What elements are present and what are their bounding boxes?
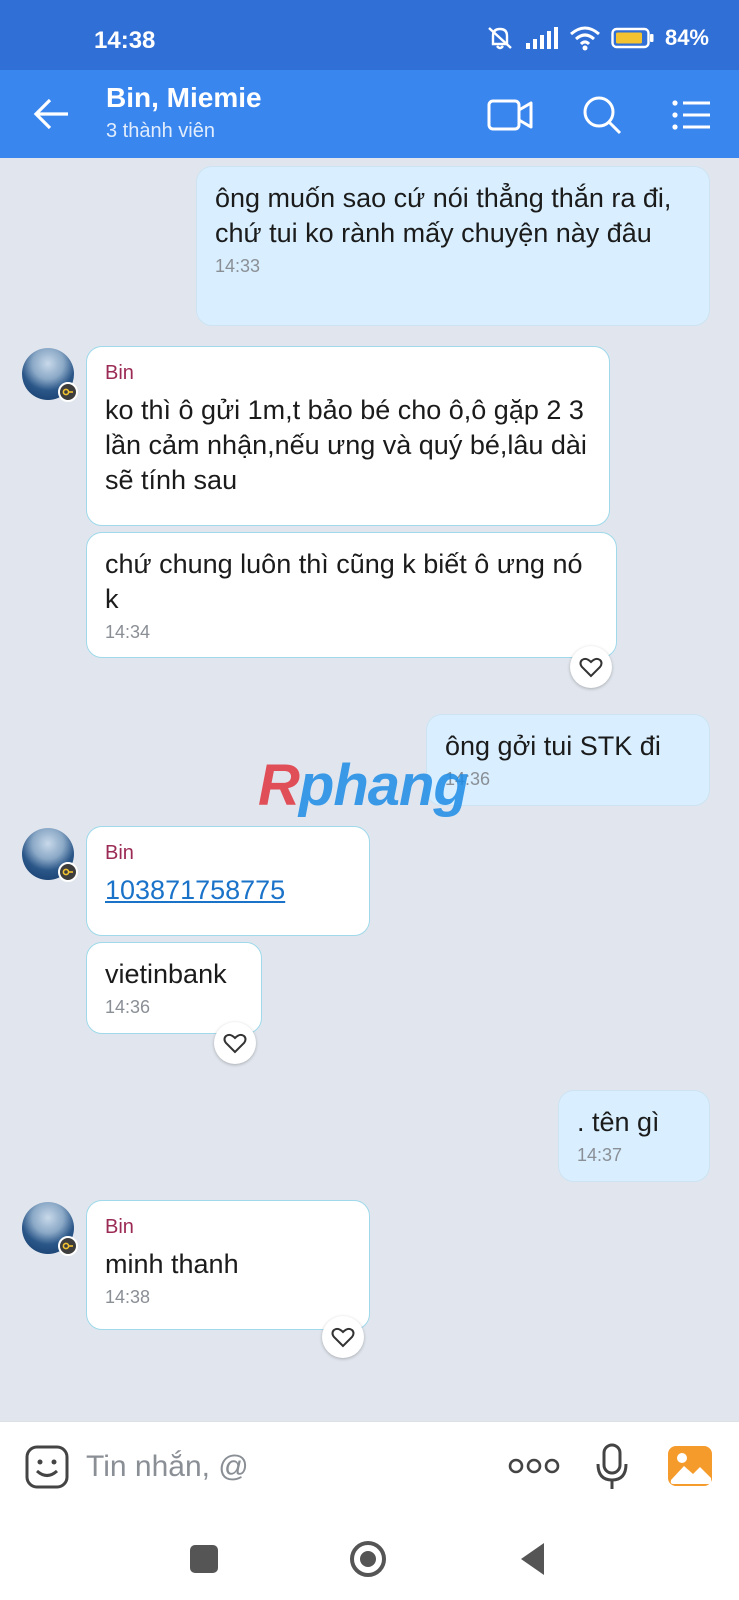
message-text: vietinbank (105, 959, 227, 989)
sticker-emoji-icon[interactable] (24, 1444, 70, 1490)
message-text: minh thanh (105, 1249, 239, 1279)
more-options-icon[interactable] (508, 1456, 560, 1476)
like-heart-icon[interactable] (214, 1022, 256, 1064)
account-number-link[interactable]: 103871758775 (105, 873, 351, 908)
message-bubble-incoming[interactable]: chứ chung luôn thì cũng k biết ô ưng nó … (86, 532, 617, 658)
member-count: 3 thành viên (106, 120, 215, 142)
message-text: ông gởi tui STK đi (445, 731, 661, 761)
wifi-icon (569, 26, 600, 51)
message-time: 14:36 (445, 769, 491, 789)
status-bar: 14:38 84% (0, 0, 739, 70)
message-bubble-incoming[interactable]: vietinbank 14:36 (86, 942, 262, 1034)
key-badge-icon (58, 382, 78, 402)
video-call-icon[interactable] (486, 92, 534, 138)
message-text: ông muốn sao cứ nói thẳng thắn ra đi, ch… (215, 183, 672, 248)
message-text: chứ chung luôn thì cũng k biết ô ưng nó … (105, 549, 583, 614)
message-time: 14:38 (105, 1287, 151, 1307)
message-input-bar: Tin nhắn, @ (0, 1421, 739, 1514)
battery-icon (611, 27, 654, 49)
search-icon[interactable] (578, 92, 626, 138)
message-input[interactable]: Tin nhắn, @ (86, 1450, 249, 1484)
message-time: 14:36 (105, 997, 151, 1017)
system-nav-bar (0, 1513, 739, 1600)
battery-percent: 84% (664, 25, 709, 50)
back-nav-icon[interactable] (518, 1541, 548, 1577)
microphone-icon[interactable] (594, 1442, 630, 1492)
message-bubble-outgoing[interactable]: . tên gì 14:37 (558, 1090, 710, 1182)
avatar[interactable] (22, 828, 78, 882)
signal-icon (525, 27, 558, 49)
back-arrow-icon[interactable] (30, 94, 74, 134)
message-time: 14:34 (105, 622, 151, 642)
sender-name[interactable]: Bin (105, 1215, 351, 1239)
message-time: 14:33 (215, 256, 261, 276)
message-bubble-outgoing[interactable]: ông gởi tui STK đi 14:36 (426, 714, 710, 806)
menu-list-icon[interactable] (668, 92, 716, 138)
message-text: ko thì ô gửi 1m,t bảo bé cho ô,ô gặp 2 3… (105, 395, 587, 495)
like-heart-icon[interactable] (322, 1316, 364, 1358)
message-bubble-incoming[interactable]: Bin minh thanh 14:38 (86, 1200, 370, 1330)
message-bubble-incoming[interactable]: Bin 103871758775 (86, 826, 370, 936)
conversation-title[interactable]: Bin, Miemie (106, 82, 262, 114)
avatar[interactable] (22, 1202, 78, 1256)
sender-name[interactable]: Bin (105, 361, 591, 385)
avatar[interactable] (22, 348, 78, 402)
home-icon[interactable] (350, 1541, 386, 1577)
like-heart-icon[interactable] (570, 646, 612, 688)
message-bubble-outgoing[interactable]: ông muốn sao cứ nói thẳng thắn ra đi, ch… (196, 166, 710, 326)
status-time: 14:38 (94, 27, 156, 54)
message-text: . tên gì (577, 1107, 660, 1137)
watermark-logo: Rphang (258, 753, 469, 818)
chat-header: Bin, Miemie 3 thành viên (0, 70, 739, 158)
key-badge-icon (58, 1236, 78, 1256)
mute-notification-icon (488, 27, 512, 50)
message-bubble-incoming[interactable]: Bin ko thì ô gửi 1m,t bảo bé cho ô,ô gặp… (86, 346, 610, 526)
sender-name[interactable]: Bin (105, 841, 351, 865)
recent-apps-icon[interactable] (190, 1545, 218, 1573)
key-badge-icon (58, 862, 78, 882)
status-icons: 84% (485, 24, 709, 52)
image-gallery-icon[interactable] (666, 1442, 714, 1490)
message-time: 14:37 (577, 1145, 623, 1165)
